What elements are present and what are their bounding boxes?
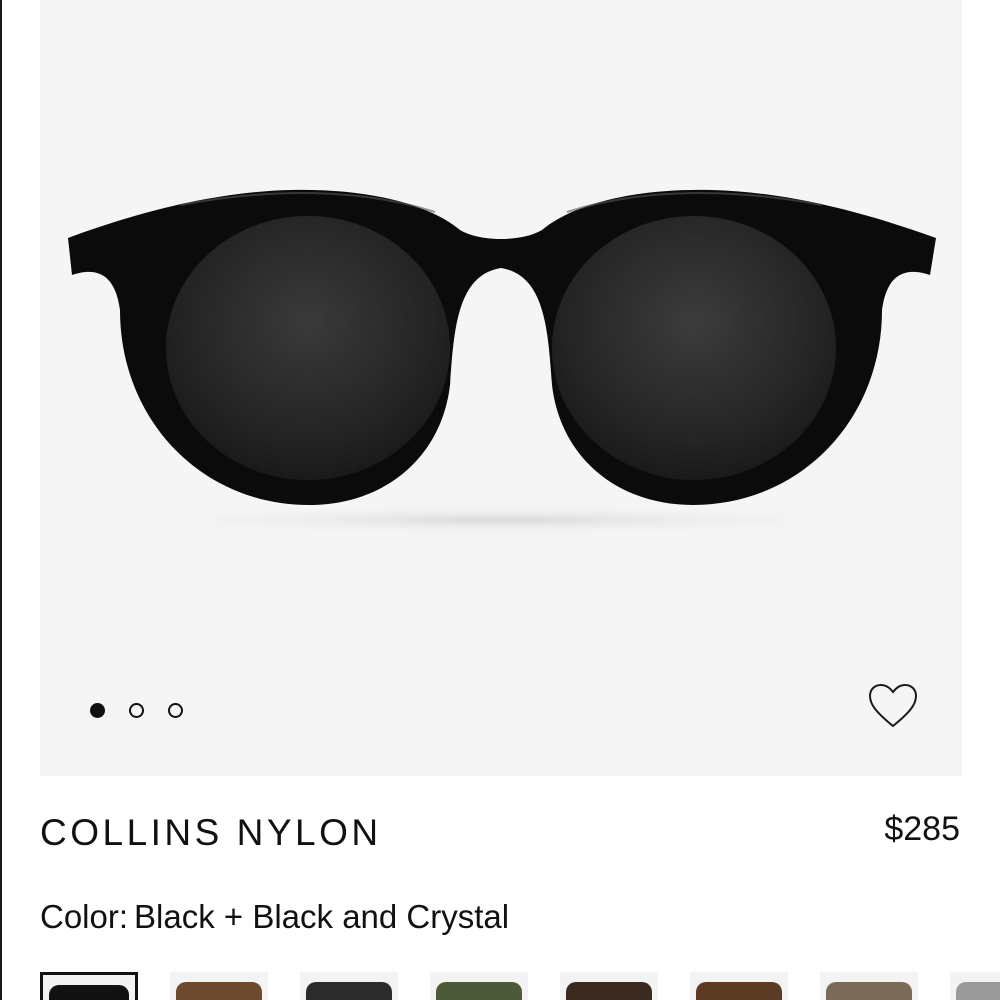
swatch-frame-thumbnail	[49, 985, 129, 1000]
color-swatch-2[interactable]	[170, 972, 268, 1000]
product-photo-sunglasses	[68, 189, 936, 536]
color-swatch-5[interactable]	[560, 972, 658, 1000]
product-price: $285	[884, 810, 960, 848]
color-swatch-7[interactable]	[820, 972, 918, 1000]
selected-color: Color: Black + Black and Crystal	[40, 898, 509, 936]
swatch-frame-thumbnail	[956, 982, 1000, 1000]
product-image-gallery[interactable]	[40, 0, 962, 776]
swatch-frame-thumbnail	[436, 982, 522, 1000]
color-swatch-1[interactable]	[40, 972, 138, 1000]
product-title: COLLINS NYLON	[40, 812, 382, 853]
color-value: Black + Black and Crystal	[134, 898, 510, 935]
color-swatch-8[interactable]	[950, 972, 1000, 1000]
gallery-dot-1[interactable]	[90, 702, 105, 718]
color-swatch-4[interactable]	[430, 972, 528, 1000]
swatch-frame-thumbnail	[566, 982, 652, 1000]
heart-outline-icon[interactable]	[867, 682, 919, 730]
gallery-dot-2[interactable]	[129, 702, 144, 718]
swatch-frame-thumbnail	[176, 982, 262, 1000]
gallery-pagination	[90, 701, 183, 719]
color-label: Color:	[40, 898, 129, 935]
color-swatch-6[interactable]	[690, 972, 788, 1000]
gallery-dot-3[interactable]	[168, 702, 183, 718]
page-left-border	[0, 0, 2, 1000]
color-swatch-list	[40, 972, 1000, 1000]
swatch-frame-thumbnail	[826, 982, 912, 1000]
color-swatch-3[interactable]	[300, 972, 398, 1000]
swatch-frame-thumbnail	[696, 982, 782, 1000]
swatch-frame-thumbnail	[306, 982, 392, 1000]
